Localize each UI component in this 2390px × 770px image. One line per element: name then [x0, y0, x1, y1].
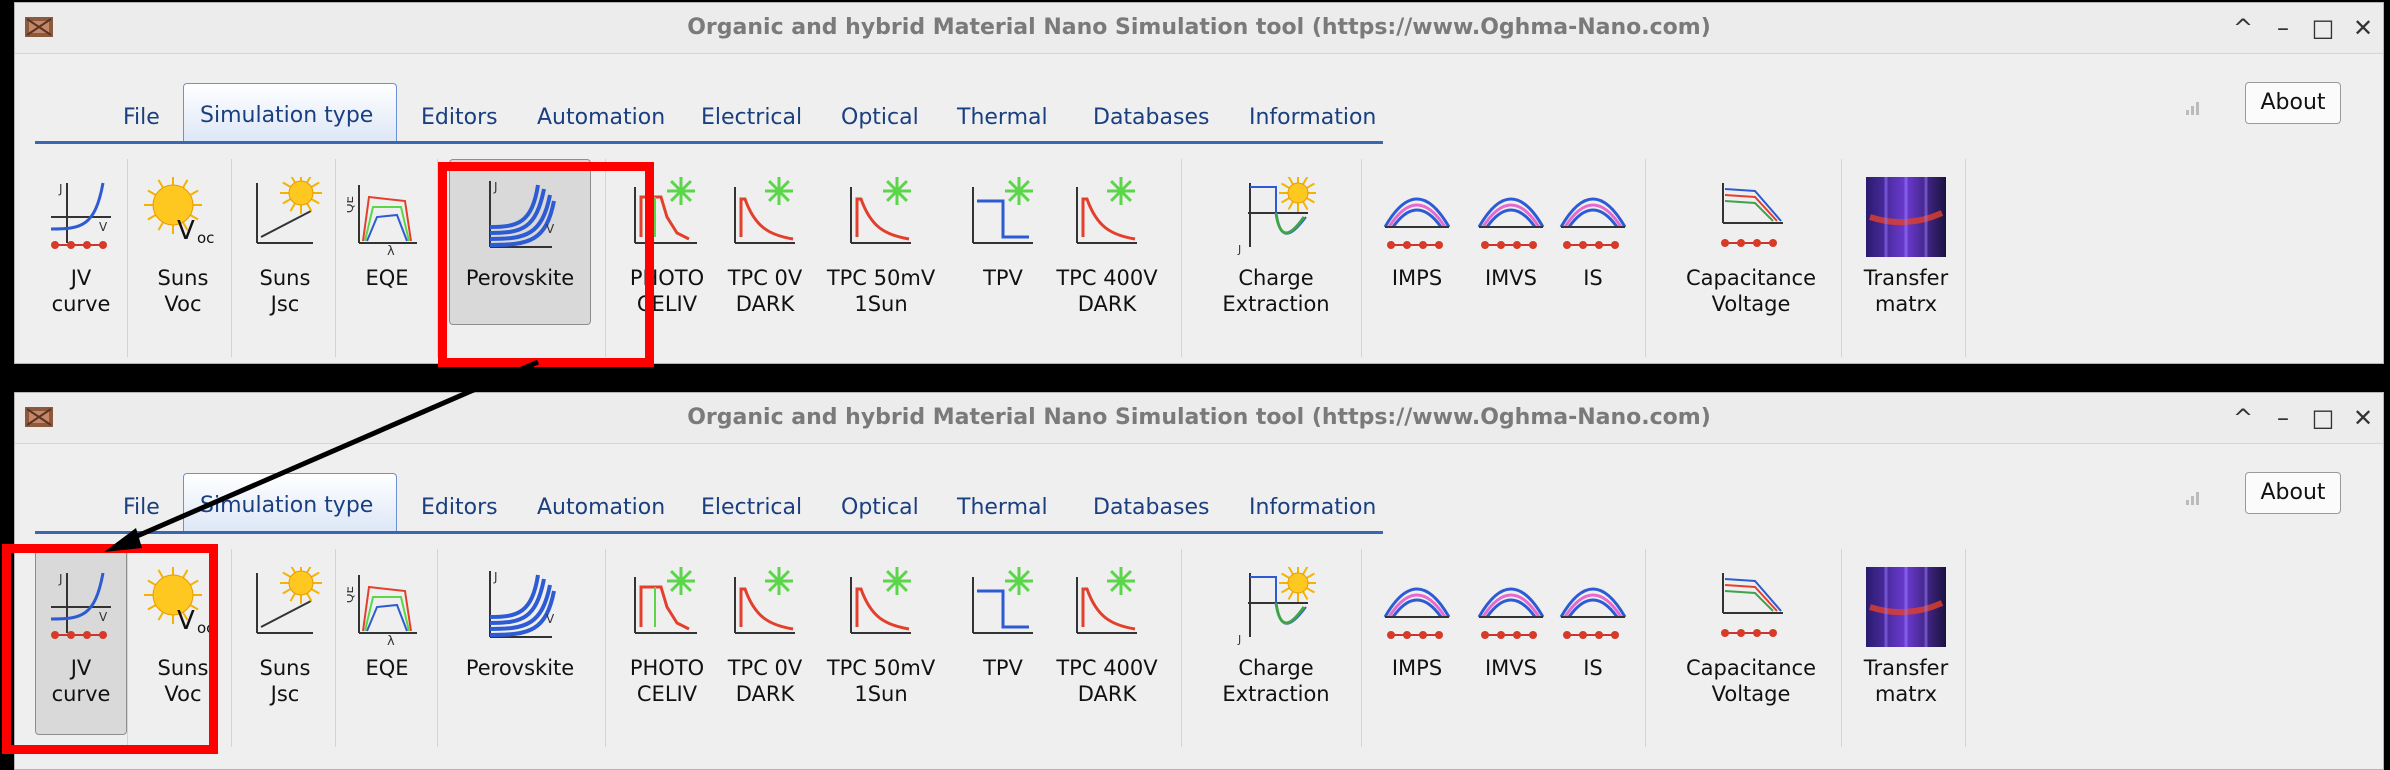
pointer-arrow: [104, 359, 539, 552]
